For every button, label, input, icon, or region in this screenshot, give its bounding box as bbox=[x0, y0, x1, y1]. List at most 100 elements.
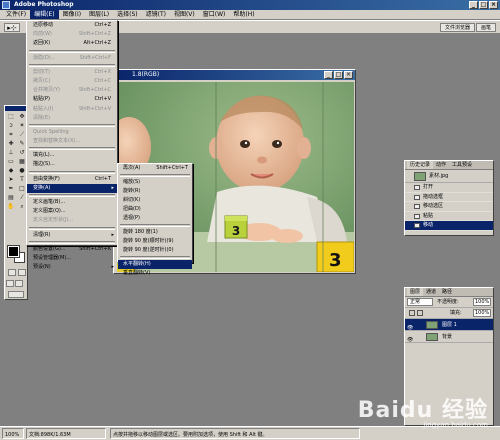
opacity-input[interactable]: 100% bbox=[473, 298, 491, 306]
transform-menu-item[interactable]: 旋转 90 度(逆时针)(0) bbox=[118, 246, 192, 255]
edit-menu-item[interactable]: 拷贝(C) Ctrl+C bbox=[27, 77, 117, 86]
tab-actions[interactable]: 动作 bbox=[433, 161, 449, 169]
edit-menu-item[interactable]: 查找和替换文本(X)... bbox=[27, 137, 117, 146]
menu-separator bbox=[29, 226, 115, 230]
edit-menu-item[interactable]: 定义画笔(B)... bbox=[27, 198, 117, 207]
quick-mask-mode-icon[interactable] bbox=[18, 269, 26, 276]
standard-mode-icon[interactable] bbox=[8, 269, 16, 276]
edit-menu-item[interactable]: 清理(R) bbox=[27, 231, 117, 240]
menu-file[interactable]: 文件(F) bbox=[2, 10, 30, 19]
tab-layers[interactable]: 图层 bbox=[407, 288, 424, 296]
transform-menu-item[interactable]: 扭曲(D) bbox=[118, 205, 192, 214]
notes-tool-icon[interactable]: ▤ bbox=[6, 194, 16, 202]
edit-menu-item[interactable]: 返回(K) Alt+Ctrl+Z bbox=[27, 39, 117, 48]
transform-menu-item[interactable]: 旋转(R) bbox=[118, 187, 192, 196]
tab-paths[interactable]: 路径 bbox=[439, 288, 455, 296]
document-size[interactable]: 文档:898K/1.63M bbox=[26, 428, 106, 439]
history-state-move[interactable]: 移动 bbox=[405, 221, 493, 231]
transform-menu-item[interactable]: 旋转 180 度(1) bbox=[118, 228, 192, 237]
history-state-move-selection[interactable]: 移动选区 bbox=[405, 202, 493, 212]
menu-edit[interactable]: 编辑(E) bbox=[30, 10, 59, 19]
transform-menu-item[interactable]: 斜切(K) bbox=[118, 196, 192, 205]
transform-menu-item[interactable]: 缩放(S) bbox=[118, 178, 192, 187]
screen-mode-standard-icon[interactable] bbox=[6, 280, 14, 287]
close-button[interactable]: × bbox=[489, 1, 498, 9]
edit-menu-item[interactable]: Quick Spelling bbox=[27, 128, 117, 137]
visibility-eye-icon[interactable]: 👁 bbox=[407, 334, 413, 346]
tab-tool-presets[interactable]: 工具预设 bbox=[449, 161, 475, 169]
edit-menu-item[interactable]: 粘贴(P) Ctrl+V bbox=[27, 95, 117, 104]
edit-menu-item[interactable]: 预设(N) bbox=[27, 263, 117, 272]
healing-brush-tool-icon[interactable]: ✚ bbox=[6, 140, 16, 148]
blend-mode-select[interactable]: 正常 bbox=[407, 298, 433, 306]
snapshot-thumbnail bbox=[414, 172, 426, 181]
edit-menu-item[interactable]: 填充(L)... bbox=[27, 151, 117, 160]
tool-preset-picker[interactable]: ▸⊹ bbox=[4, 23, 20, 32]
edit-menu-item-label: 粘贴入(I) bbox=[33, 105, 54, 112]
edit-menu-item[interactable]: 合并拷贝(Y) Shift+Ctrl+C bbox=[27, 86, 117, 95]
transform-menu-item[interactable]: 水平翻转(H) bbox=[118, 260, 192, 269]
edit-menu-item[interactable]: 自由变换(F) Ctrl+T bbox=[27, 175, 117, 184]
doc-maximize-button[interactable]: □ bbox=[334, 71, 343, 79]
menu-filter[interactable]: 滤镜(T) bbox=[142, 10, 170, 19]
edit-menu-item[interactable]: 描边(S)... bbox=[27, 160, 117, 169]
maximize-button[interactable]: □ bbox=[479, 1, 488, 9]
edit-menu-item[interactable]: 还原移动 Ctrl+Z bbox=[27, 21, 117, 30]
transform-menu-item[interactable]: 旋转 90 度(顺时针)(9) bbox=[118, 237, 192, 246]
lock-image-icon[interactable] bbox=[417, 310, 423, 316]
edit-menu-item-label: 预设管理器(M)... bbox=[33, 254, 71, 261]
pen-tool-icon[interactable]: ✒ bbox=[6, 185, 16, 193]
app-title-bar[interactable]: Adobe Photoshop _ □ × bbox=[0, 0, 500, 10]
doc-minimize-button[interactable]: _ bbox=[324, 71, 333, 79]
lasso-tool-icon[interactable]: ↄ bbox=[6, 122, 16, 130]
transform-menu-item[interactable]: 再次(A) Shift+Ctrl+T bbox=[118, 164, 192, 173]
layer-row-background[interactable]: 👁 背景 bbox=[405, 331, 493, 343]
menu-view[interactable]: 视图(V) bbox=[170, 10, 199, 19]
tab-channels[interactable]: 通道 bbox=[423, 288, 439, 296]
menu-layer[interactable]: 图层(L) bbox=[85, 10, 113, 19]
fill-input[interactable]: 100% bbox=[473, 309, 491, 317]
edit-menu-item[interactable]: 剪切(T) Ctrl+X bbox=[27, 68, 117, 77]
edit-menu-item[interactable]: 向前(W) Shift+Ctrl+Z bbox=[27, 30, 117, 39]
edit-menu-item[interactable]: 变换(A) bbox=[27, 183, 117, 193]
block-numeral-large: 3 bbox=[329, 250, 342, 271]
lock-transparent-icon[interactable] bbox=[409, 310, 415, 316]
history-snapshot[interactable]: 素材.jpg bbox=[405, 170, 493, 183]
minimize-button[interactable]: _ bbox=[469, 1, 478, 9]
jump-to-imageready-icon[interactable] bbox=[8, 291, 24, 298]
transform-menu-item[interactable]: 透视(P) bbox=[118, 214, 192, 223]
tab-history[interactable]: 历史记录 bbox=[407, 161, 434, 169]
menu-image[interactable]: 图像(I) bbox=[59, 10, 85, 19]
eraser-tool-icon[interactable]: ▭ bbox=[6, 158, 16, 166]
screen-mode-full-menu-icon[interactable] bbox=[15, 280, 23, 287]
edit-menu-item[interactable]: 粘贴入(I) Shift+Ctrl+V bbox=[27, 105, 117, 114]
edit-menu-item[interactable]: 定义图案(Q)... bbox=[27, 207, 117, 216]
hand-tool-icon[interactable]: ✋ bbox=[6, 203, 16, 211]
zoom-level[interactable]: 100% bbox=[2, 428, 24, 439]
crop-tool-icon[interactable]: ⌗ bbox=[6, 131, 16, 139]
transform-menu-item-label: 旋转(R) bbox=[123, 188, 141, 194]
layer-name: 背景 bbox=[442, 334, 453, 340]
menu-select[interactable]: 选择(S) bbox=[113, 10, 142, 19]
history-state-paste[interactable]: 粘贴 bbox=[405, 211, 493, 221]
path-selection-tool-icon[interactable]: ➤ bbox=[6, 176, 16, 184]
marquee-tool-icon[interactable]: ⬚ bbox=[6, 113, 16, 121]
brushes-tab[interactable]: 画笔 bbox=[475, 23, 496, 32]
menu-window[interactable]: 窗口(W) bbox=[199, 10, 230, 19]
edit-menu-item[interactable]: 颜色设置(G)... Shift+Ctrl+K bbox=[27, 245, 117, 254]
transform-menu-item[interactable]: 垂直翻转(V) bbox=[118, 269, 192, 278]
menu-help[interactable]: 帮助(H) bbox=[229, 10, 258, 19]
edit-menu-item[interactable]: 定义自定形状(J)... bbox=[27, 216, 117, 225]
edit-menu-item[interactable]: 清除(E) bbox=[27, 114, 117, 123]
doc-close-button[interactable]: × bbox=[344, 71, 353, 79]
layer-row-layer1[interactable]: 👁 图层 1 bbox=[405, 319, 493, 331]
stamp-tool-icon[interactable]: ⊥ bbox=[6, 149, 16, 157]
edit-menu-item[interactable]: 渐隐(D)... Shift+Ctrl+F bbox=[27, 54, 117, 63]
edit-menu-item[interactable]: 预设管理器(M)... bbox=[27, 254, 117, 263]
document-title-bar[interactable]: 1.8(RGB) _ □ × bbox=[114, 70, 355, 80]
blur-tool-icon[interactable]: ◆ bbox=[6, 167, 16, 175]
file-browser-tab[interactable]: 文件浏览器 bbox=[439, 23, 475, 32]
history-state-drag-marquee[interactable]: 拖动选框 bbox=[405, 192, 493, 202]
history-state-open[interactable]: 打开 bbox=[405, 183, 493, 193]
foreground-color-swatch[interactable] bbox=[7, 245, 20, 258]
